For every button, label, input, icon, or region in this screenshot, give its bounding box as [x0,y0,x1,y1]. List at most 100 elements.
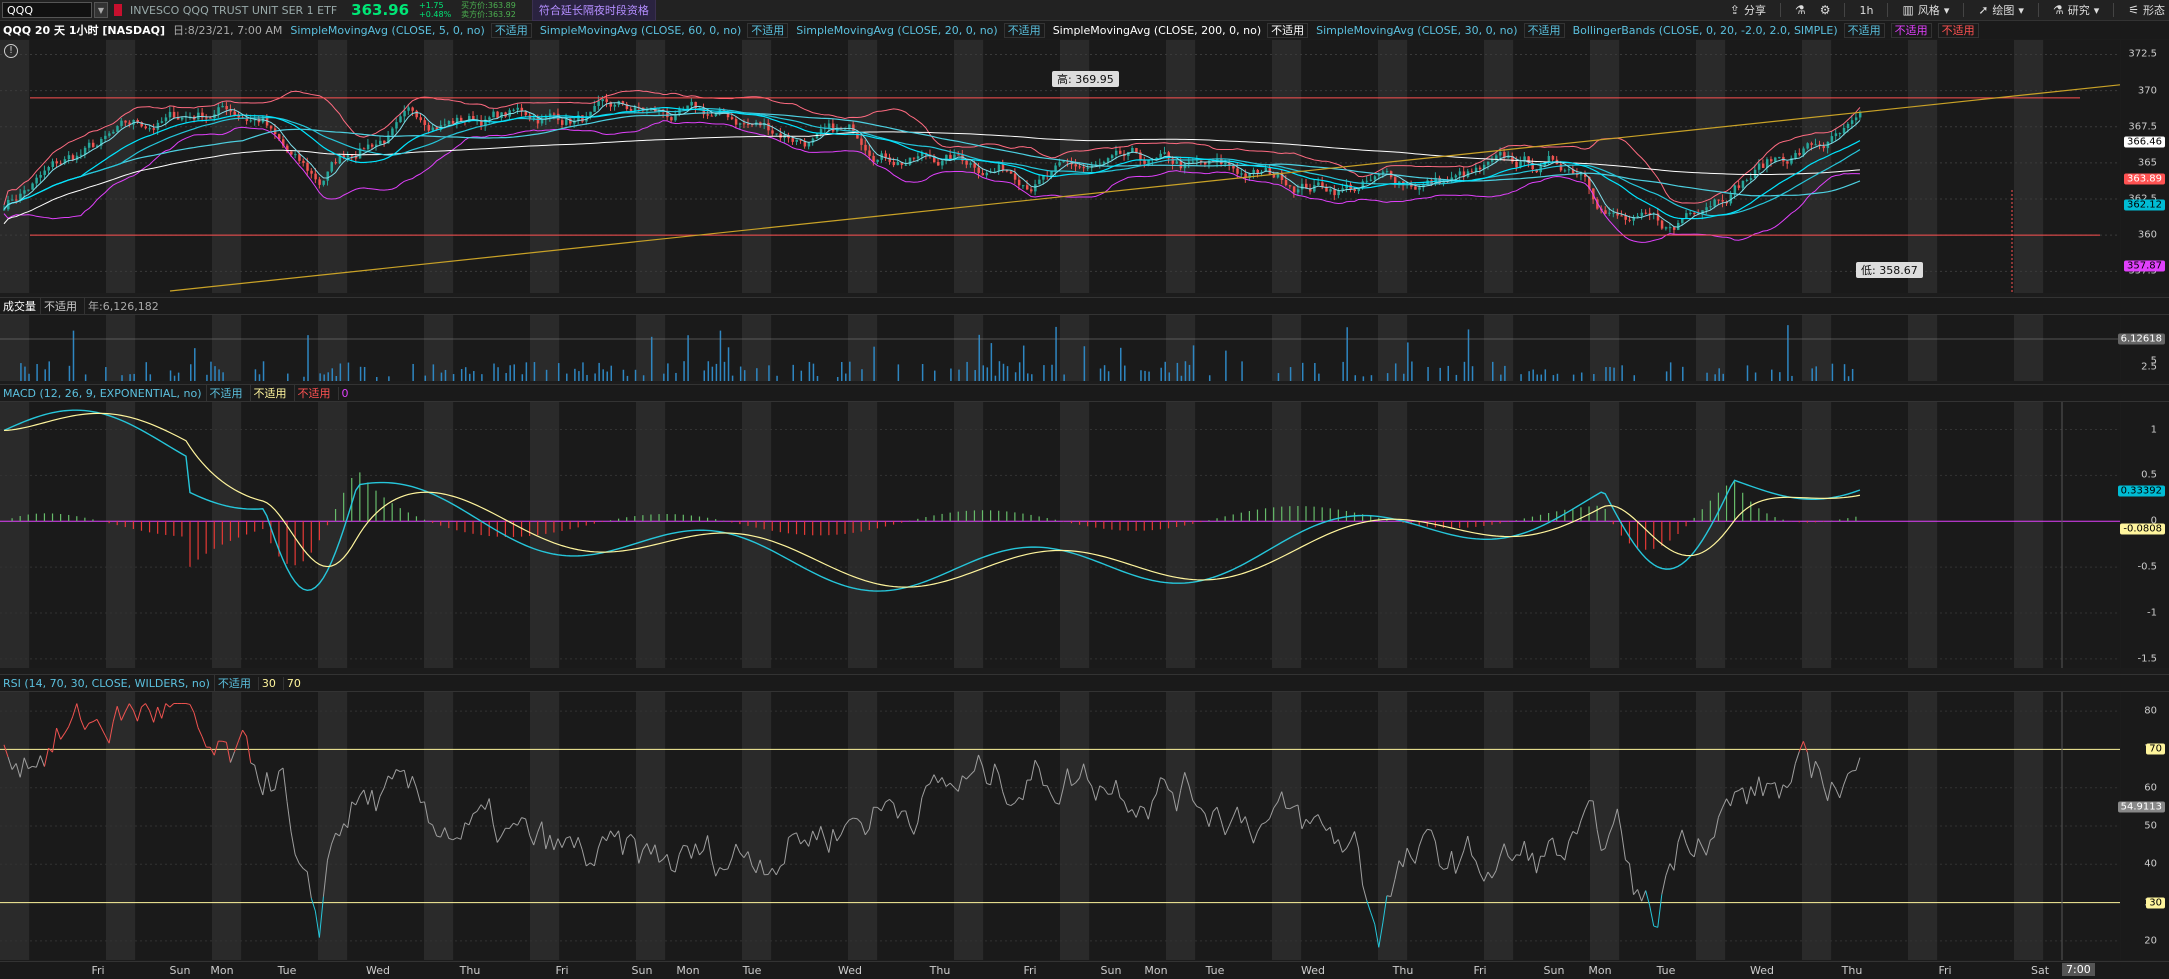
rsi-line-segment [1743,788,1747,804]
rsi-tick: 80 [2144,706,2157,717]
macd-pane[interactable] [0,402,2120,668]
macd-axis[interactable]: 10.50-0.5-1-1.50.33392-0.0808 [2121,402,2169,668]
candle-body [605,99,608,102]
rsi-line-segment [1646,891,1650,906]
rsi-line-segment [1771,783,1775,784]
price-chart-pane[interactable]: ! 高: 369.95低: 358.67 [0,40,2120,293]
rsi-badge: 30 [2146,897,2165,908]
rsi-line-segment [376,796,380,811]
style-button[interactable]: ▥风格▾ [1902,2,1949,18]
volume-bar [1504,366,1506,381]
candle-body [294,154,297,155]
volume-bar [606,372,608,381]
candle-body [876,160,879,162]
rsi-line-segment [1310,817,1314,824]
session-band [1272,402,1301,668]
timeframe-button[interactable]: 1h [1859,4,1873,17]
candle-body [448,121,451,124]
rsi-line-segment [732,844,736,859]
macd-chart[interactable] [0,402,2120,668]
rsi-line-segment [295,854,299,863]
studies-button[interactable]: ⚗研究▾ [2053,2,2099,18]
patterns-button[interactable]: ⚟形态 [2128,2,2165,18]
candle-body [1742,181,1745,188]
rsi-line-segment [728,859,732,869]
time-tick: Sun [1544,964,1565,977]
rsi-line-segment [566,837,570,839]
candle-body [92,143,95,147]
price-tick: 372.5 [2128,49,2157,60]
volume-axis[interactable]: 52.56.12618 [2121,315,2169,381]
candle-body [593,106,596,112]
volume-bar [1189,365,1191,381]
study-label[interactable]: SimpleMovingAvg (CLOSE, 30, 0, no) [1316,24,1517,37]
rsi-axis[interactable]: 807060504030207054.911330 [2121,692,2169,960]
time-tick: Tue [743,964,762,977]
rsi-line-segment [416,788,420,803]
study-na: 不适用 [1267,23,1308,38]
rsi-line-segment [522,818,526,819]
rsi-line-segment [1205,814,1209,827]
rsi-chart[interactable] [0,692,2120,960]
rsi-pane[interactable] [0,692,2120,960]
rsi-line-segment [469,814,473,825]
volume-bar [1500,375,1502,381]
symbol-link-icon[interactable] [114,4,122,16]
rsi-line-segment [1124,801,1128,812]
rsi-line-segment [1407,848,1411,857]
candle-body [1301,184,1304,190]
volume-pane[interactable] [0,315,2120,381]
candle-body [1180,161,1183,168]
session-band [1908,402,1937,668]
volume-bar [667,363,669,381]
share-button[interactable]: ⇪分享 [1730,2,1766,18]
candle-body [209,118,212,119]
candle-body [1143,160,1146,164]
study-label[interactable]: BollingerBands (CLOSE, 0, 20, -2.0, 2.0,… [1573,24,1838,37]
volume-bar [724,362,726,381]
candle-body [537,118,540,124]
time-axis[interactable]: 7:00 FriSunMonTueWedThuFriSunMonTueWedTh… [0,961,2169,979]
study-label[interactable]: SimpleMovingAvg (CLOSE, 20, 0, no) [796,24,997,37]
rsi-line-segment [1678,830,1682,842]
volume-bar [1528,371,1530,381]
candle-body [15,200,18,201]
rsi-line-segment [263,772,267,795]
rsi-line-segment [1031,760,1035,780]
flask-button[interactable]: ⚗ [1795,3,1806,17]
volume-bar [121,375,123,381]
rsi-header: RSI (14, 70, 30, CLOSE, WILDERS, no) 不适用… [0,674,2169,692]
price-axis[interactable]: 372.5370367.5365362.5360357.5366.46363.8… [2121,40,2169,293]
volume-bar [105,367,107,381]
volume-chart[interactable] [0,315,2120,381]
volume-bar [133,374,135,381]
symbol-dropdown-icon[interactable]: ▼ [94,2,108,18]
drawing-label: 绘图 [1992,2,2014,18]
study-na: 不适用 [1844,23,1885,38]
rsi-line-segment [457,838,461,840]
candle-body [181,118,184,120]
candle-body [771,130,774,133]
rsi-line-segment [77,703,81,719]
rsi-line-segment [1322,824,1326,831]
session-band [1908,315,1937,381]
rsi-line-segment [938,777,942,782]
volume-bar [1815,366,1817,381]
study-label[interactable]: SimpleMovingAvg (CLOSE, 60, 0, no) [540,24,741,37]
study-label[interactable]: SimpleMovingAvg (CLOSE, 5, 0, no) [290,24,484,37]
candle-body [553,114,556,115]
candle-body [221,106,224,107]
rsi-line-segment [1007,804,1011,805]
volume-bar [473,371,475,381]
drawing-button[interactable]: ➚绘图▾ [1978,2,2024,18]
volume-bar [1355,375,1357,381]
extended-hours-badge[interactable]: 符合延长隔夜时段资格 [532,0,656,21]
volume-bar [873,347,875,381]
study-label[interactable]: SimpleMovingAvg (CLOSE, 200, 0, no) [1053,24,1261,37]
rsi-line-segment [1654,926,1658,927]
symbol-input[interactable] [2,2,92,18]
rsi-line-segment [1625,860,1629,864]
info-icon[interactable]: ! [4,44,18,58]
settings-button[interactable]: ⚙ [1820,3,1831,17]
volume-bar [978,335,980,381]
